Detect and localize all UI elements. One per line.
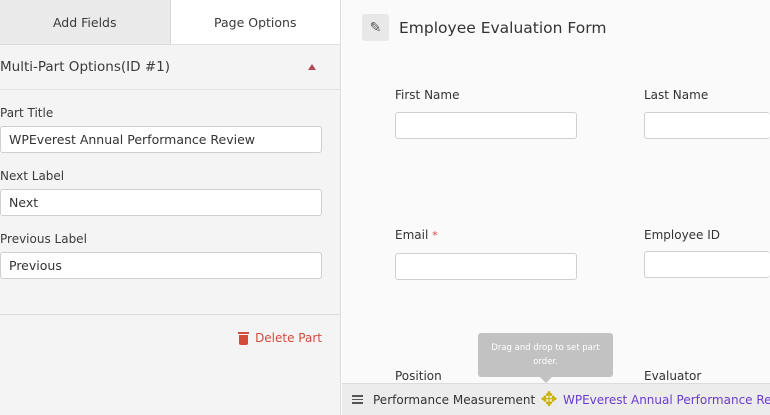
options-panel: Add Fields Page Options Multi-Part Optio… — [0, 0, 341, 415]
part-tab-annual-review[interactable]: WPEverest Annual Performance Review — [563, 384, 770, 415]
position-label: Position — [395, 369, 442, 383]
tab-add-fields[interactable]: Add Fields — [0, 0, 171, 44]
email-input[interactable] — [395, 253, 577, 280]
divider — [0, 314, 341, 315]
form-canvas: ✎ Employee Evaluation Form First Name La… — [342, 0, 770, 415]
drag-tooltip: Drag and drop to set part order. — [478, 333, 613, 383]
panel-tabs: Add Fields Page Options — [0, 0, 340, 45]
employee-id-label: Employee ID — [644, 228, 721, 242]
next-label-label: Next Label — [0, 169, 65, 183]
previous-label-input[interactable]: Previous — [0, 252, 322, 279]
pencil-icon[interactable]: ✎ — [362, 14, 389, 41]
form-header: ✎ Employee Evaluation Form — [362, 14, 606, 41]
delete-part-button[interactable]: Delete Part — [238, 331, 322, 345]
part-title-label: Part Title — [0, 106, 54, 120]
delete-part-label: Delete Part — [255, 331, 322, 345]
part-tab-performance-measurement[interactable]: Performance Measurement — [373, 393, 535, 407]
hamburger-icon[interactable] — [352, 395, 363, 404]
part-title-input[interactable]: WPEverest Annual Performance Review — [0, 126, 322, 153]
email-label: Email * — [395, 228, 438, 242]
form-builder: Add Fields Page Options Multi-Part Optio… — [0, 0, 770, 415]
previous-label-label: Previous Label — [0, 232, 87, 246]
evaluator-label: Evaluator — [644, 369, 702, 383]
email-label-text: Email — [395, 228, 429, 242]
multi-part-options-header[interactable]: Multi-Part Options(ID #1) — [0, 45, 340, 90]
required-marker: * — [432, 229, 438, 242]
section-title: Multi-Part Options(ID #1) — [0, 59, 171, 75]
employee-id-input[interactable] — [644, 251, 770, 278]
trash-icon — [238, 331, 250, 345]
move-icon[interactable]: ✥ — [538, 386, 560, 412]
first-name-input[interactable] — [395, 112, 577, 139]
last-name-input[interactable] — [644, 112, 770, 139]
form-title: Employee Evaluation Form — [399, 18, 607, 37]
parts-bar: Performance Measurement ✥ WPEverest Annu… — [342, 383, 770, 415]
caret-up-icon[interactable] — [308, 64, 316, 70]
first-name-label: First Name — [395, 88, 460, 102]
next-label-input[interactable]: Next — [0, 189, 322, 216]
last-name-label: Last Name — [644, 88, 709, 102]
tab-page-options[interactable]: Page Options — [170, 0, 340, 44]
